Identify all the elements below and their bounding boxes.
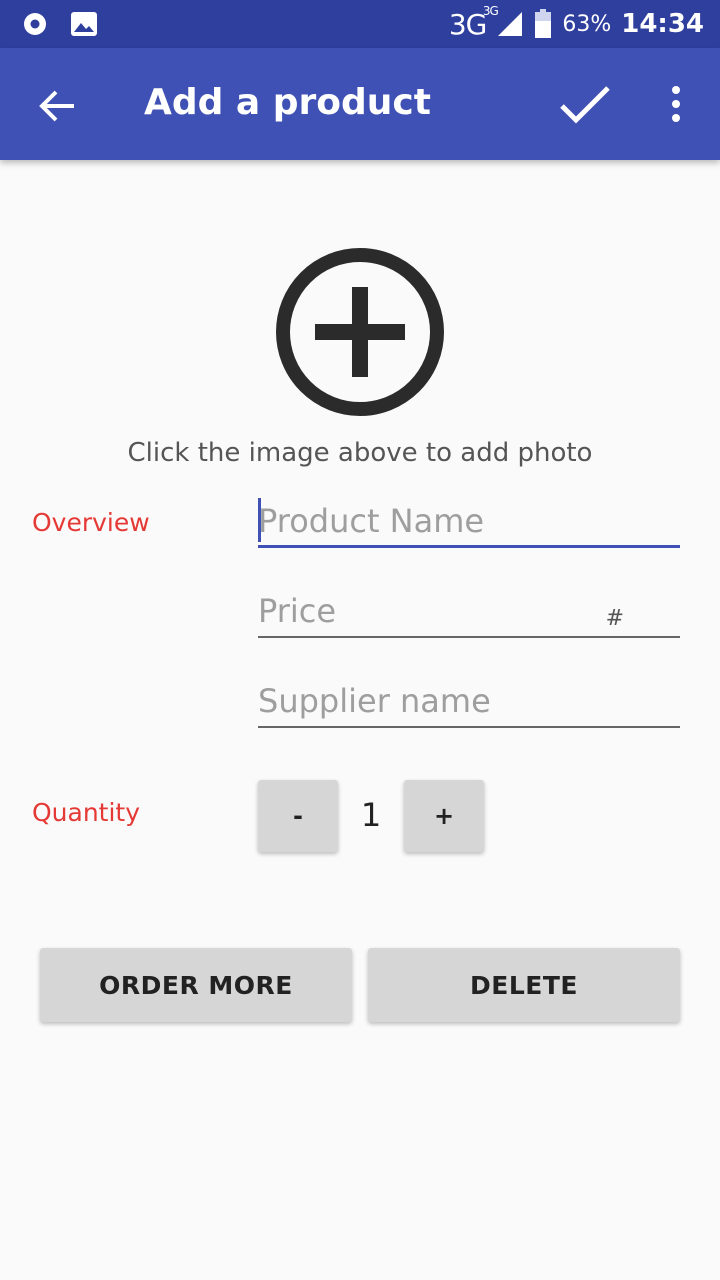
status-bar-left <box>22 10 98 38</box>
price-suffix: # <box>605 606 624 631</box>
status-bar-right: 3G 3G 63% 14:34 <box>449 0 704 48</box>
quantity-label: Quantity <box>32 798 141 827</box>
increase-quantity-button[interactable]: + <box>404 780 484 852</box>
battery-icon <box>535 9 552 38</box>
status-bar: 3G 3G 63% 14:34 <box>0 0 720 48</box>
product-name-input[interactable] <box>258 492 680 545</box>
check-icon[interactable] <box>558 82 612 126</box>
signal-icon <box>498 12 523 36</box>
supplier-name-input[interactable] <box>258 672 680 726</box>
product-name-field <box>258 492 680 548</box>
network-label: 3G <box>448 7 488 41</box>
text-caret <box>258 498 261 542</box>
decrease-quantity-button[interactable]: - <box>258 780 338 852</box>
add-circle-icon[interactable] <box>272 244 448 420</box>
photo-hint: Click the image above to add photo <box>127 438 593 468</box>
quantity-value: 1 <box>360 796 382 834</box>
back-arrow-icon[interactable] <box>36 84 80 128</box>
supplier-field <box>258 672 680 728</box>
more-vert-icon[interactable] <box>660 84 692 124</box>
battery-percent: 63% <box>562 11 612 37</box>
network-type: 3G 3G <box>448 4 499 41</box>
price-field: # <box>258 582 680 638</box>
network-sub-label: 3G <box>482 3 499 18</box>
delete-button[interactable]: DELETE <box>368 948 680 1022</box>
app-bar: Add a product <box>0 48 720 160</box>
overview-label: Overview <box>32 508 150 537</box>
record-icon <box>24 13 46 35</box>
image-icon <box>71 12 97 36</box>
order-more-button[interactable]: ORDER MORE <box>40 948 352 1022</box>
clock: 14:34 <box>621 9 704 39</box>
page-title: Add a product <box>144 82 431 123</box>
